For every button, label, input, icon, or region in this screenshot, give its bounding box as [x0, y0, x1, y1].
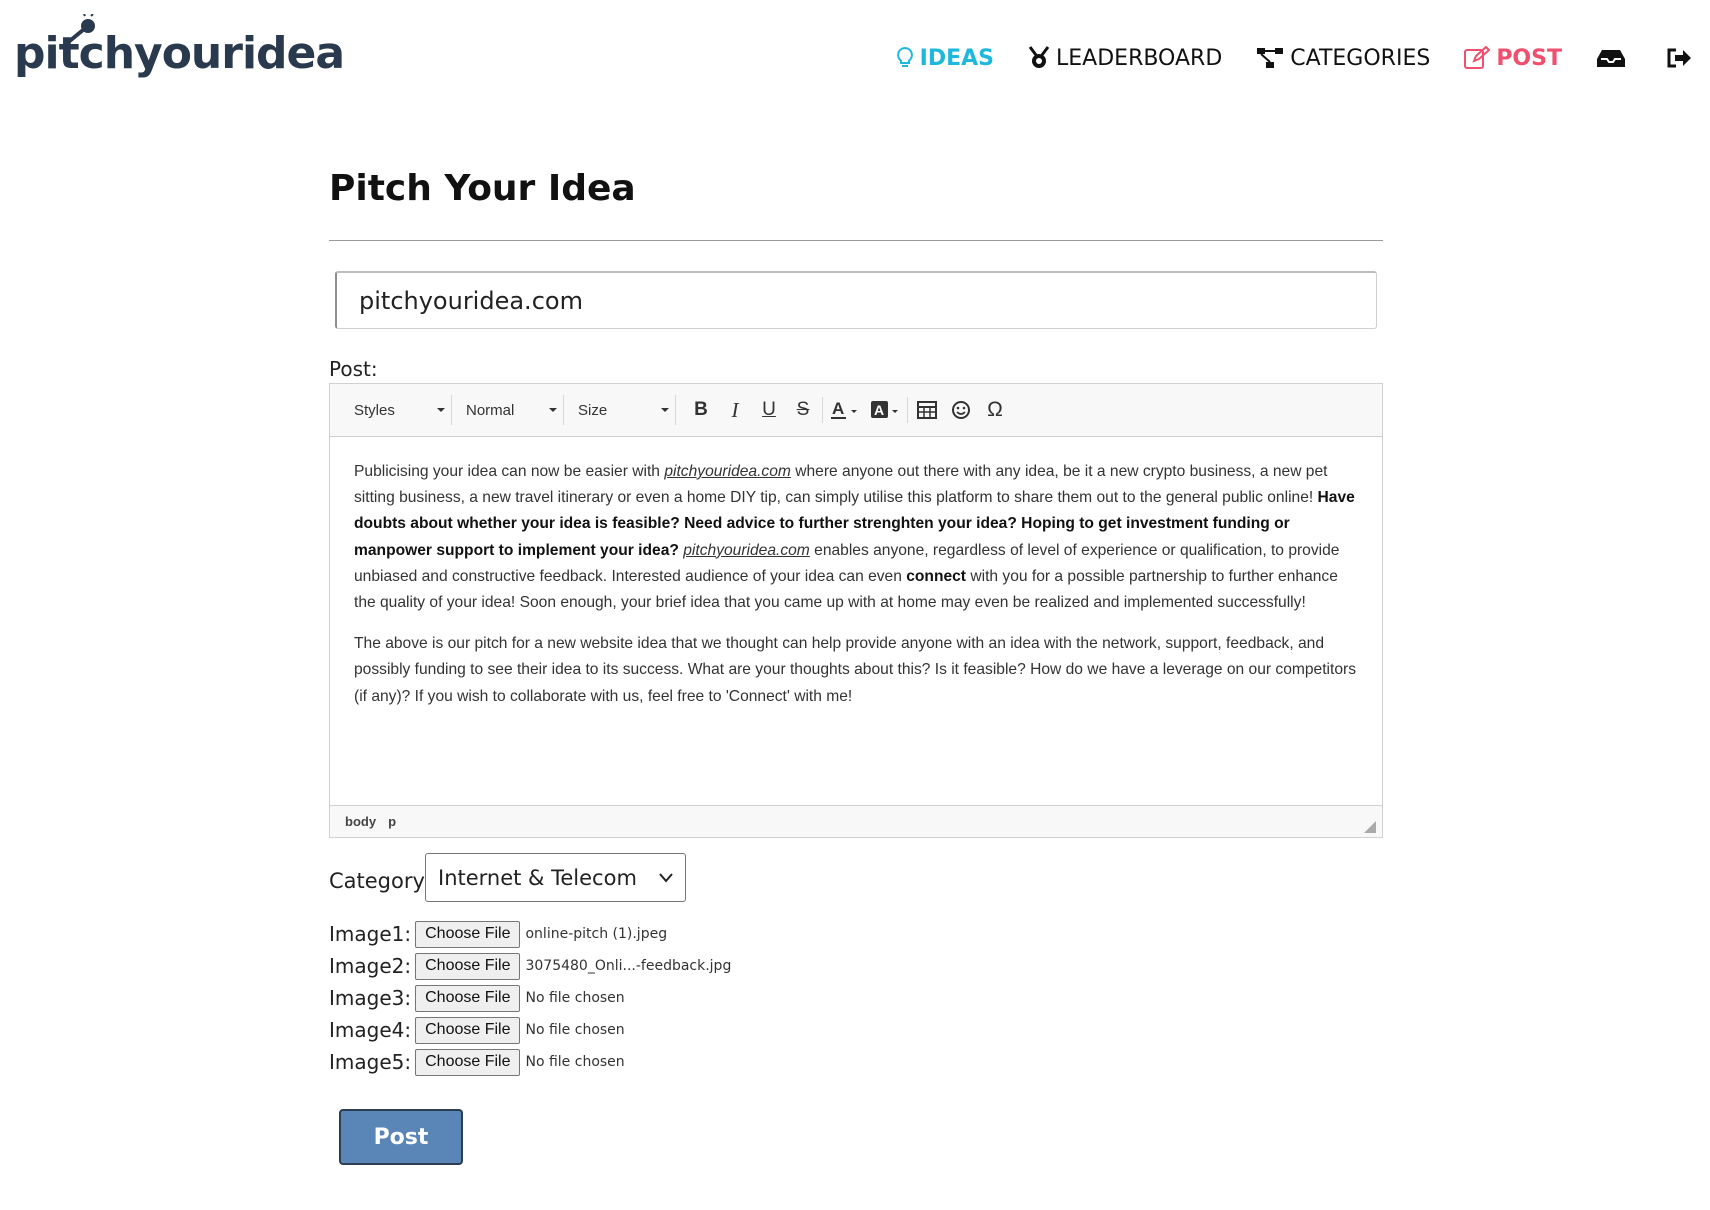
- idea-title-input[interactable]: [335, 271, 1377, 329]
- pitchyouridea-link[interactable]: pitchyouridea.com: [664, 463, 791, 480]
- styles-dropdown-label: Styles: [354, 401, 395, 419]
- svg-text:A: A: [832, 399, 844, 418]
- chevron-down-icon: [549, 408, 557, 412]
- image2-label: Image2:: [329, 954, 412, 978]
- strikethrough-icon: S: [796, 399, 810, 420]
- image1-file-name: online-pitch (1).jpeg: [525, 926, 668, 942]
- site-header: pitchyouridea IDEAS LEADERBOARD CATEGORI…: [0, 0, 1710, 110]
- main-nav: IDEAS LEADERBOARD CATEGORIES POST: [862, 38, 1710, 78]
- editor-toolbar: Styles Normal Size B I U S A A Ω: [330, 384, 1382, 437]
- size-dropdown[interactable]: Size: [564, 395, 676, 425]
- table-icon: [917, 401, 937, 419]
- medal-icon: [1028, 46, 1050, 68]
- editor-paragraph-1: Publicising your idea can now be easier …: [354, 459, 1358, 616]
- bold-button[interactable]: B: [684, 395, 718, 425]
- sign-out-icon: [1667, 48, 1691, 68]
- microphone-icon: [64, 14, 95, 44]
- smiley-icon: [952, 401, 970, 419]
- image5-label: Image5:: [329, 1050, 412, 1074]
- image4-choose-file-button[interactable]: Choose File: [415, 1016, 521, 1044]
- styles-dropdown[interactable]: Styles: [340, 395, 452, 425]
- image4-row: Image4: Choose File No file chosen: [329, 1016, 625, 1044]
- nav-categories-label: CATEGORIES: [1290, 45, 1431, 71]
- italic-button[interactable]: I: [718, 395, 752, 425]
- image5-choose-file-button[interactable]: Choose File: [415, 1048, 521, 1076]
- post-form: Pitch Your Idea Post: Styles Normal Size…: [329, 150, 1383, 1165]
- path-p[interactable]: p: [388, 814, 396, 829]
- underline-icon: U: [762, 399, 776, 420]
- nav-post-label: POST: [1496, 45, 1562, 71]
- table-button[interactable]: [910, 395, 944, 425]
- image3-label: Image3:: [329, 986, 412, 1010]
- post-label: Post:: [329, 357, 378, 381]
- nav-post[interactable]: POST: [1464, 46, 1562, 71]
- lightbulb-icon: [896, 46, 913, 67]
- element-path-bar: body p: [330, 805, 1382, 837]
- editor-paragraph-2: The above is our pitch for a new website…: [354, 635, 1357, 705]
- sitemap-icon: [1257, 48, 1284, 68]
- background-color-button[interactable]: A: [865, 395, 905, 425]
- chevron-down-icon: [437, 408, 445, 412]
- text-run: Publicising your idea can now be easier …: [354, 463, 665, 480]
- category-select[interactable]: Internet & Telecom: [425, 853, 686, 902]
- background-color-icon: A: [871, 401, 898, 418]
- image5-row: Image5: Choose File No file chosen: [329, 1048, 625, 1076]
- image4-file-name: No file chosen: [525, 1022, 625, 1038]
- editor-content[interactable]: Publicising your idea can now be easier …: [330, 437, 1382, 805]
- path-body[interactable]: body: [345, 814, 376, 829]
- underline-button[interactable]: U: [752, 395, 786, 425]
- image1-choose-file-button[interactable]: Choose File: [415, 920, 521, 948]
- text-color-button[interactable]: A: [825, 395, 865, 425]
- title-divider: [329, 240, 1383, 241]
- image3-file-name: No file chosen: [525, 990, 625, 1006]
- chevron-down-icon: [659, 872, 673, 883]
- nav-categories[interactable]: CATEGORIES: [1256, 46, 1430, 71]
- bold-text-run: connect: [906, 567, 967, 585]
- format-dropdown[interactable]: Normal: [452, 395, 564, 425]
- pencil-square-icon: [1464, 46, 1491, 69]
- svg-text:A: A: [874, 402, 884, 418]
- image3-choose-file-button[interactable]: Choose File: [415, 984, 521, 1012]
- nav-ideas[interactable]: IDEAS: [896, 46, 994, 71]
- image4-label: Image4:: [329, 1018, 412, 1042]
- pitchyouridea-link[interactable]: pitchyouridea.com: [683, 542, 810, 559]
- page-title: Pitch Your Idea: [329, 168, 636, 209]
- rich-text-editor: Styles Normal Size B I U S A A Ω Publici…: [329, 383, 1383, 838]
- nav-ideas-label: IDEAS: [919, 45, 995, 71]
- inbox-icon: [1597, 50, 1625, 67]
- image2-row: Image2: Choose File 3075480_Onli...-feed…: [329, 952, 731, 980]
- image5-file-name: No file chosen: [525, 1054, 625, 1070]
- resize-handle-icon[interactable]: [1364, 821, 1376, 833]
- chevron-down-icon: [661, 408, 669, 412]
- image1-label: Image1:: [329, 922, 412, 946]
- image3-row: Image3: Choose File No file chosen: [329, 984, 625, 1012]
- text-color-icon: A: [831, 399, 857, 419]
- special-character-button[interactable]: Ω: [978, 395, 1012, 425]
- bold-icon: B: [694, 399, 708, 420]
- size-dropdown-label: Size: [578, 401, 608, 419]
- italic-icon: I: [731, 397, 739, 422]
- image2-choose-file-button[interactable]: Choose File: [415, 952, 521, 980]
- nav-inbox[interactable]: [1596, 48, 1632, 68]
- nav-leaderboard-label: LEADERBOARD: [1056, 45, 1223, 71]
- format-dropdown-label: Normal: [466, 401, 515, 419]
- strikethrough-button[interactable]: S: [786, 395, 820, 425]
- smiley-button[interactable]: [944, 395, 978, 425]
- post-submit-button[interactable]: Post: [339, 1109, 463, 1165]
- category-selected-value: Internet & Telecom: [438, 865, 637, 890]
- nav-leaderboard[interactable]: LEADERBOARD: [1028, 46, 1222, 71]
- category-label: Category:: [329, 869, 431, 893]
- image2-file-name: 3075480_Onli...-feedback.jpg: [525, 958, 732, 974]
- nav-logout[interactable]: [1666, 47, 1698, 69]
- omega-icon: Ω: [987, 398, 1003, 421]
- image1-row: Image1: Choose File online-pitch (1).jpe…: [329, 920, 667, 948]
